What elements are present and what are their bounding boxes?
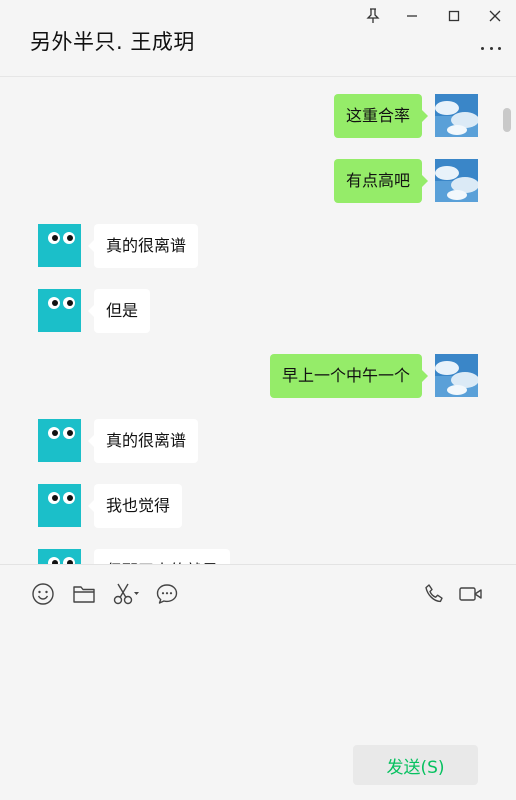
avatar[interactable] <box>38 419 81 462</box>
folder-icon[interactable] <box>70 580 98 608</box>
avatar[interactable] <box>435 159 478 202</box>
chat-window: 另外半只. 王成玥 这重合率 有点高吧 真的很离谱 但是 早上一个中午一个 真的… <box>0 0 516 800</box>
message-input[interactable] <box>30 618 486 728</box>
chat-header: 另外半只. 王成玥 <box>0 0 516 77</box>
avatar[interactable] <box>435 94 478 137</box>
message-bubble[interactable]: 但那天真的就是 <box>94 549 231 564</box>
emoji-icon[interactable] <box>29 580 57 608</box>
more-icon[interactable] <box>478 38 504 58</box>
message-bubble[interactable]: 真的很离谱 <box>87 224 199 268</box>
avatar[interactable] <box>38 289 81 332</box>
maximize-icon[interactable] <box>441 4 467 28</box>
video-icon[interactable] <box>456 580 486 608</box>
composer-divider <box>0 564 516 565</box>
message-row: 这重合率 <box>0 94 516 138</box>
message-row: 但那天真的就是 <box>0 549 516 564</box>
avatar[interactable] <box>38 484 81 527</box>
pin-icon[interactable] <box>360 4 386 28</box>
message-row: 真的很离谱 <box>0 419 516 463</box>
close-icon[interactable] <box>482 4 508 28</box>
chat-title: 另外半只. 王成玥 <box>30 30 195 54</box>
send-button[interactable]: 发送(S) <box>353 745 478 785</box>
composer-toolbar <box>0 578 516 610</box>
message-bubble[interactable]: 这重合率 <box>333 94 429 138</box>
message-bubble[interactable]: 有点高吧 <box>333 159 429 203</box>
phone-icon[interactable] <box>421 580 449 608</box>
avatar[interactable] <box>38 549 81 564</box>
avatar[interactable] <box>435 354 478 397</box>
scissors-icon[interactable] <box>111 580 141 608</box>
message-row: 有点高吧 <box>0 159 516 203</box>
message-row: 早上一个中午一个 <box>0 354 516 398</box>
chat-bubble-icon[interactable] <box>153 580 181 608</box>
message-bubble[interactable]: 真的很离谱 <box>87 419 199 463</box>
minimize-icon[interactable] <box>399 4 425 28</box>
message-bubble[interactable]: 但是 <box>87 289 151 333</box>
message-bubble[interactable]: 早上一个中午一个 <box>269 354 429 398</box>
message-row: 我也觉得 <box>0 484 516 528</box>
message-bubble[interactable]: 我也觉得 <box>87 484 183 528</box>
avatar[interactable] <box>38 224 81 267</box>
message-list[interactable]: 这重合率 有点高吧 真的很离谱 但是 早上一个中午一个 真的很离谱 我也觉得 <box>0 78 516 564</box>
message-row: 但是 <box>0 289 516 333</box>
message-row: 真的很离谱 <box>0 224 516 268</box>
